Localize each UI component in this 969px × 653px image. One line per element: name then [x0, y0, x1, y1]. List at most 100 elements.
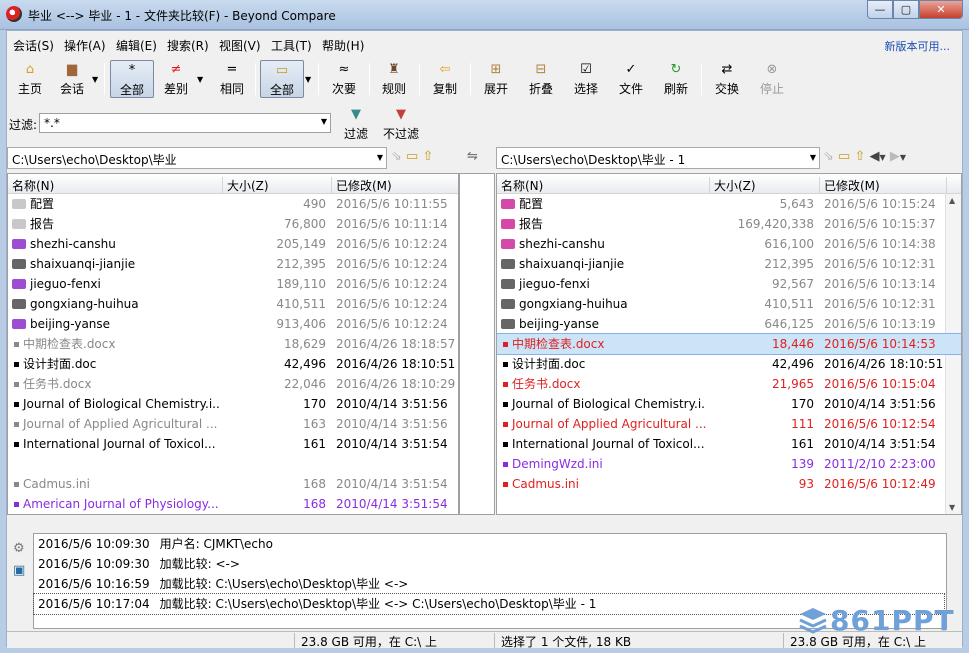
- left-file-row[interactable]: American Journal of Physiology.... 168 201…: [8, 494, 458, 514]
- select-button[interactable]: ☑ 选择: [567, 60, 605, 98]
- right-file-row[interactable]: Cadmus.ini 93 2016/5/6 10:12:49: [497, 474, 961, 494]
- window-title: 毕业 <--> 毕业 - 1 - 文件夹比较(F) - Beyond Compa…: [28, 9, 336, 23]
- right-file-size: 42,496: [772, 357, 814, 371]
- home-button[interactable]: ⌂ 主页: [11, 60, 49, 98]
- left-file-row[interactable]: 中期检查表.docx 18,629 2016/4/26 18:18:57: [8, 334, 458, 354]
- menu-edit[interactable]: 编辑(E): [116, 37, 157, 54]
- left-file-row[interactable]: 报告 76,800 2016/5/6 10:11:14: [8, 214, 458, 234]
- chevron-down-icon[interactable]: ▼: [810, 153, 816, 162]
- left-name-header[interactable]: 名称(N): [8, 177, 223, 194]
- go-icon[interactable]: ⇘: [823, 149, 834, 164]
- menu-actions[interactable]: 操作(A): [64, 37, 106, 54]
- go-icon[interactable]: ⇘: [391, 149, 402, 164]
- back-icon[interactable]: ◀: [870, 149, 880, 164]
- clear-filter-button[interactable]: ▼ 不过滤: [381, 105, 421, 143]
- apply-filter-button[interactable]: ▼ 过滤: [341, 105, 371, 143]
- left-size-header[interactable]: 大小(Z): [223, 177, 332, 194]
- right-name-header[interactable]: 名称(N): [497, 177, 710, 194]
- swap-button[interactable]: ⇄ 交换: [708, 60, 746, 98]
- left-file-row[interactable]: beijing-yanse 913,406 2016/5/6 10:12:24: [8, 314, 458, 334]
- swap-icon: ⇄: [721, 62, 733, 77]
- left-file-modified: 2016/4/26 18:18:57: [336, 337, 456, 351]
- right-file-row[interactable]: 中期检查表.docx 18,446 2016/5/6 10:14:53: [497, 333, 961, 355]
- left-file-row[interactable]: gongxiang-huihua 410,511 2016/5/6 10:12:24: [8, 294, 458, 314]
- compare-all-button[interactable]: ▭ 全部: [260, 60, 304, 98]
- compare-dropdown-icon[interactable]: ▼: [305, 75, 311, 84]
- chevron-down-icon[interactable]: ▼: [321, 117, 327, 126]
- left-file-modified: 2016/5/6 10:12:24: [336, 317, 448, 331]
- show-all-button[interactable]: * 全部: [110, 60, 154, 98]
- forward-icon[interactable]: ▶: [890, 149, 900, 164]
- left-file-row[interactable]: shaixuanqi-jianjie 212,395 2016/5/6 10:12:…: [8, 254, 458, 274]
- chevron-down-icon[interactable]: ▼: [377, 153, 383, 162]
- right-file-row[interactable]: International Journal of Toxicol... 161 20…: [497, 434, 961, 454]
- right-modified-header[interactable]: 已修改(M): [820, 177, 947, 194]
- left-file-pane[interactable]: 名称(N) 大小(Z) 已修改(M) 配置 490 2016/5/6 10:11:5…: [7, 173, 459, 515]
- left-file-name: International Journal of Toxicol...: [12, 434, 219, 454]
- right-file-row[interactable]: shaixuanqi-jianjie 212,395 2016/5/6 10:12:…: [497, 254, 961, 274]
- right-file-row[interactable]: beijing-yanse 646,125 2016/5/6 10:13:19: [497, 314, 961, 334]
- minor-button[interactable]: ≈ 次要: [325, 60, 363, 98]
- update-link[interactable]: 新版本可用...: [885, 38, 951, 54]
- gear-icon[interactable]: ⚙: [13, 541, 25, 556]
- diff-dropdown-icon[interactable]: ▼: [197, 75, 203, 84]
- session-dropdown-icon[interactable]: ▼: [92, 75, 98, 84]
- rules-button[interactable]: ♜ 规则: [375, 60, 413, 98]
- left-file-row[interactable]: jieguo-fenxi 189,110 2016/5/6 10:12:24: [8, 274, 458, 294]
- expand-button[interactable]: ⊞ 展开: [477, 60, 515, 98]
- right-file-pane[interactable]: 名称(N) 大小(Z) 已修改(M) ▲ ▼ 配置 5,643 2016/5/6 10…: [496, 173, 962, 515]
- scroll-down-icon[interactable]: ▼: [949, 503, 955, 512]
- show-same-button[interactable]: = 相同: [213, 60, 251, 98]
- right-file-name: 中期检查表.docx: [501, 334, 706, 354]
- left-file-row[interactable]: [8, 454, 458, 474]
- right-file-row[interactable]: 报告 169,420,338 2016/5/6 10:15:37: [497, 214, 961, 234]
- menu-help[interactable]: 帮助(H): [322, 37, 364, 54]
- right-file-row[interactable]: Journal of Applied Agricultural ... 111 20…: [497, 414, 961, 434]
- left-file-size: 168: [303, 477, 326, 491]
- close-button[interactable]: ✕: [919, 0, 963, 19]
- collapse-button[interactable]: ⊟ 折叠: [522, 60, 560, 98]
- right-file-modified: 2016/5/6 10:14:53: [824, 337, 936, 351]
- browse-folder-icon[interactable]: ▭: [406, 149, 418, 164]
- left-file-row[interactable]: 任务书.docx 22,046 2016/4/26 18:10:29: [8, 374, 458, 394]
- right-file-row[interactable]: jieguo-fenxi 92,567 2016/5/6 10:13:14: [497, 274, 961, 294]
- left-file-row[interactable]: 配置 490 2016/5/6 10:11:55: [8, 194, 458, 214]
- files-button[interactable]: ✓ 文件: [612, 60, 650, 98]
- session-button[interactable]: ▆ 会话: [53, 60, 91, 98]
- minimize-button[interactable]: —: [867, 0, 893, 19]
- menu-search[interactable]: 搜索(R): [167, 37, 209, 54]
- left-file-row[interactable]: International Journal of Toxicol... 161 20…: [8, 434, 458, 454]
- left-path-input[interactable]: C:\Users\echo\Desktop\毕业 ▼: [7, 147, 387, 169]
- left-file-row[interactable]: Journal of Applied Agricultural ... 163 20…: [8, 414, 458, 434]
- left-modified-header[interactable]: 已修改(M): [332, 177, 458, 194]
- right-file-row[interactable]: DemingWzd.ini 139 2011/2/10 2:23:00: [497, 454, 961, 474]
- copy-button[interactable]: ⇦ 复制: [426, 60, 464, 98]
- right-file-size: 616,100: [764, 237, 814, 251]
- right-file-row[interactable]: 配置 5,643 2016/5/6 10:15:24: [497, 194, 961, 214]
- save-icon[interactable]: ▣: [13, 563, 25, 578]
- browse-folder-icon[interactable]: ▭: [838, 149, 850, 164]
- menu-view[interactable]: 视图(V): [219, 37, 261, 54]
- swap-sides-icon[interactable]: ⇋: [467, 149, 478, 164]
- right-file-row[interactable]: 任务书.docx 21,965 2016/5/6 10:15:04: [497, 374, 961, 394]
- menu-session[interactable]: 会话(S): [13, 37, 54, 54]
- right-file-name: 设计封面.doc: [501, 354, 706, 374]
- left-file-row[interactable]: shezhi-canshu 205,149 2016/5/6 10:12:24: [8, 234, 458, 254]
- stop-button[interactable]: ⊗ 停止: [753, 60, 791, 98]
- parent-folder-icon[interactable]: ⇧: [422, 149, 433, 164]
- refresh-button[interactable]: ↻ 刷新: [657, 60, 695, 98]
- show-diff-button[interactable]: ≠ 差别: [157, 60, 195, 98]
- left-file-row[interactable]: Cadmus.ini 168 2010/4/14 3:51:54: [8, 474, 458, 494]
- right-size-header[interactable]: 大小(Z): [710, 177, 820, 194]
- maximize-button[interactable]: ▢: [893, 0, 919, 19]
- parent-folder-icon[interactable]: ⇧: [854, 149, 865, 164]
- right-file-row[interactable]: Journal of Biological Chemistry.i... 170 2…: [497, 394, 961, 414]
- right-path-input[interactable]: C:\Users\echo\Desktop\毕业 - 1 ▼: [496, 147, 820, 169]
- filter-input[interactable]: *.* ▼: [39, 113, 331, 133]
- right-file-row[interactable]: 设计封面.doc 42,496 2016/4/26 18:10:51: [497, 354, 961, 374]
- menu-tools[interactable]: 工具(T): [271, 37, 312, 54]
- left-file-row[interactable]: 设计封面.doc 42,496 2016/4/26 18:10:51: [8, 354, 458, 374]
- right-file-row[interactable]: shezhi-canshu 616,100 2016/5/6 10:14:38: [497, 234, 961, 254]
- right-file-row[interactable]: gongxiang-huihua 410,511 2016/5/6 10:12:31: [497, 294, 961, 314]
- left-file-row[interactable]: Journal of Biological Chemistry.i... 170 2…: [8, 394, 458, 414]
